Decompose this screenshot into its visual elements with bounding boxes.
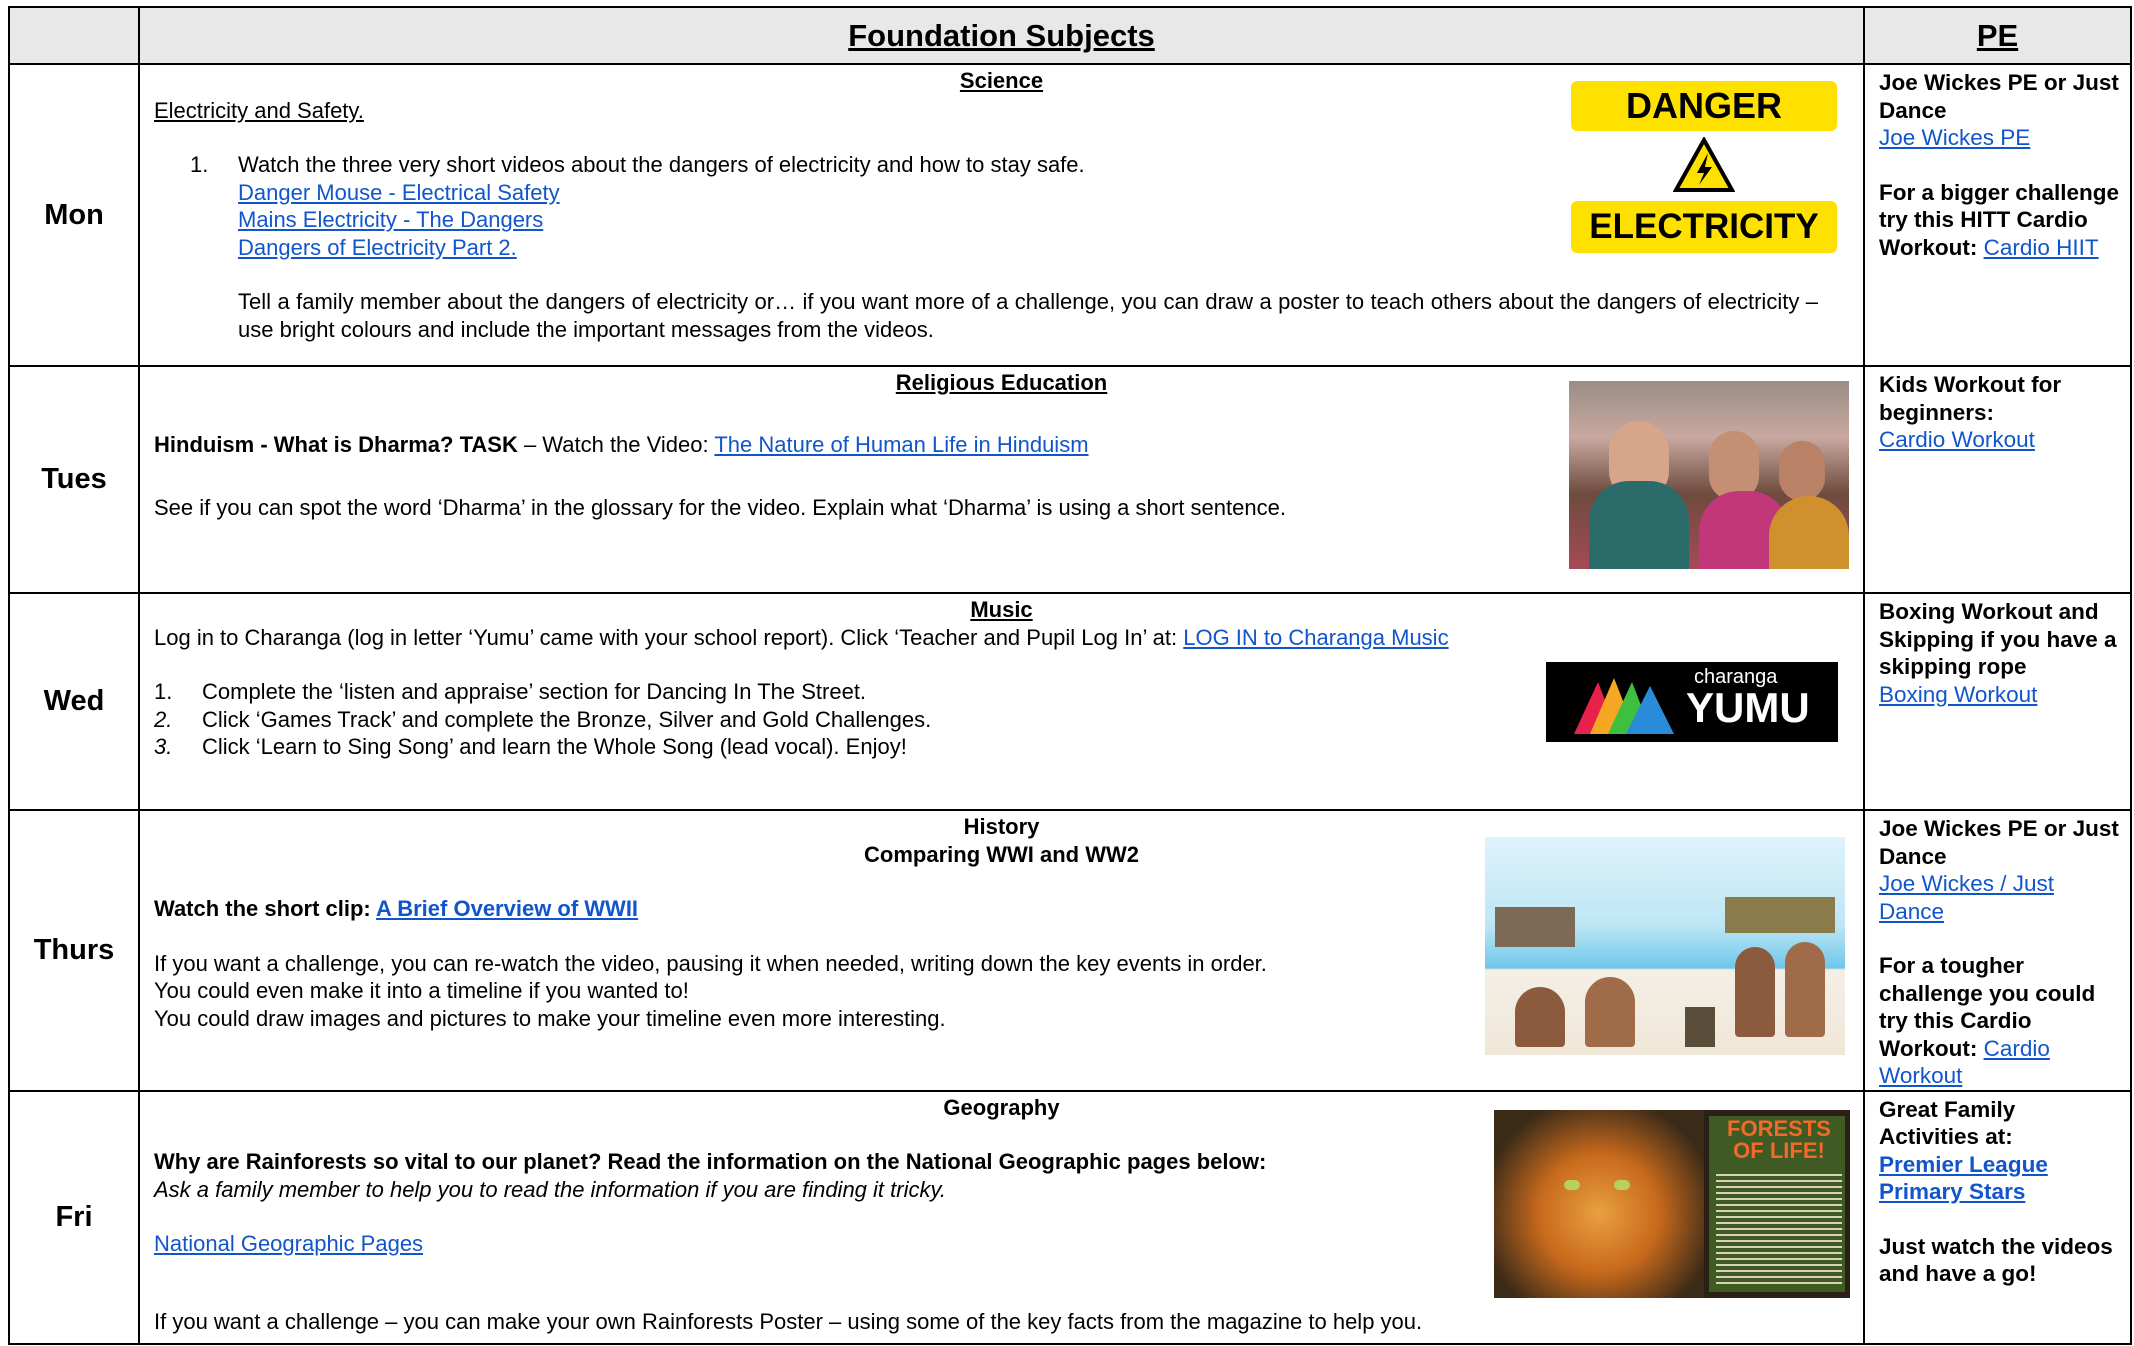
pe-fri: Great Family Activities at: Premier Leag…	[1863, 1089, 2132, 1345]
monday-row: Mon Science Electricity and Safety. 1. W…	[8, 63, 2132, 367]
subject-music: Music	[970, 597, 1033, 622]
link-mains-electricity[interactable]: Mains Electricity - The Dangers	[238, 207, 543, 232]
lesson-plan-page: Foundation Subjects PE Mon Science Elect…	[0, 0, 2134, 1346]
wednesday-row: Wed Music Log in to Charanga (log in let…	[8, 592, 2132, 811]
danger-electricity-sign: DANGER ELECTRICITY	[1569, 79, 1839, 257]
monday-content: Science Electricity and Safety. 1. Watch…	[138, 63, 1865, 367]
link-premier-league-primary-stars[interactable]: Premier League Primary Stars	[1879, 1152, 2048, 1205]
link-cardio-workout-tue[interactable]: Cardio Workout	[1879, 427, 2035, 452]
pe-tue-title: Kids Workout for beginners:	[1879, 372, 2062, 425]
pe-fri-tail: Just watch the videos and have a go!	[1879, 1233, 2113, 1287]
friday-row: Fri Geography Why are Rainforests so vit…	[8, 1089, 2132, 1345]
day-wed: Wed	[8, 592, 140, 811]
pe-wed: Boxing Workout and Skipping if you have …	[1863, 592, 2132, 811]
tuesday-content: Religious Education Hinduism - What is D…	[138, 365, 1865, 594]
hindu-worship-photo	[1569, 381, 1849, 569]
music-intro: Log in to Charanga (log in letter ‘Yumu’…	[154, 624, 1449, 650]
pe-tue: Kids Workout for beginners: Cardio Worko…	[1863, 365, 2132, 594]
link-national-geographic[interactable]: National Geographic Pages	[154, 1231, 423, 1256]
high-voltage-icon	[1673, 137, 1735, 192]
charanga-mountain-icon	[1574, 678, 1674, 734]
science-task: Tell a family member about the dangers o…	[238, 289, 1818, 342]
header-row: Foundation Subjects PE	[8, 6, 2132, 65]
pe-thu: Joe Wickes PE or Just Dance Joe Wickes /…	[1863, 809, 2132, 1092]
pe-wed-title: Boxing Workout and Skipping if you have …	[1879, 599, 2117, 679]
thursday-content: History Comparing WWI and WW2 Watch the …	[138, 809, 1865, 1092]
link-dangers-part2[interactable]: Dangers of Electricity Part 2.	[238, 235, 517, 260]
pe-mon: Joe Wickes PE or Just Dance Joe Wickes P…	[1863, 63, 2132, 367]
logo-yumu-text: YUMU	[1686, 684, 1810, 731]
rainforest-magazine-image: FORESTS OF LIFE!	[1494, 1109, 1850, 1298]
link-joe-wickes-pe[interactable]: Joe Wickes PE	[1879, 125, 2030, 150]
tuesday-row: Tues Religious Education Hinduism - What…	[8, 365, 2132, 594]
wwii-cartoon-image	[1485, 837, 1845, 1055]
day-tue: Tues	[8, 365, 140, 594]
link-cardio-hiit[interactable]: Cardio HIIT	[1984, 235, 2099, 260]
link-charanga-login[interactable]: LOG IN to Charanga Music	[1183, 625, 1448, 650]
foundation-subjects-header: Foundation Subjects	[138, 6, 1865, 65]
link-joe-wickes-just-dance[interactable]: Joe Wickes / Just Dance	[1879, 871, 2054, 924]
charanga-yumu-logo: charanga YUMU	[1546, 662, 1838, 742]
day-mon: Mon	[8, 63, 140, 367]
sign-bottom-text: ELECTRICITY	[1571, 201, 1837, 253]
corner-cell	[8, 6, 140, 65]
pe-fri-title: Great Family Activities at:	[1879, 1096, 2016, 1150]
wednesday-content: Music Log in to Charanga (log in letter …	[138, 592, 1865, 811]
weekly-plan-table: Foundation Subjects PE Mon Science Elect…	[8, 6, 2132, 1345]
geography-challenge: If you want a challenge – you can make y…	[154, 1308, 1423, 1334]
friday-content: Geography Why are Rainforests so vital t…	[138, 1089, 1865, 1345]
pe-thu-title: Joe Wickes PE or Just Dance	[1879, 816, 2119, 869]
link-boxing-workout[interactable]: Boxing Workout	[1879, 682, 2037, 707]
magazine-title: FORESTS OF LIFE!	[1727, 1115, 1831, 1163]
day-thu: Thurs	[8, 809, 140, 1092]
link-brief-overview-wwii[interactable]: A Brief Overview of WWII	[376, 896, 638, 921]
day-fri: Fri	[8, 1089, 140, 1345]
sign-top-text: DANGER	[1571, 81, 1837, 131]
pe-mon-title: Joe Wickes PE or Just Dance	[1879, 70, 2119, 123]
step-number: 1.	[190, 152, 209, 177]
thursday-row: Thurs History Comparing WWI and WW2 Watc…	[8, 809, 2132, 1092]
pe-header: PE	[1863, 6, 2132, 65]
link-danger-mouse[interactable]: Danger Mouse - Electrical Safety	[238, 180, 560, 205]
link-nature-hinduism[interactable]: The Nature of Human Life in Hinduism	[714, 432, 1088, 457]
